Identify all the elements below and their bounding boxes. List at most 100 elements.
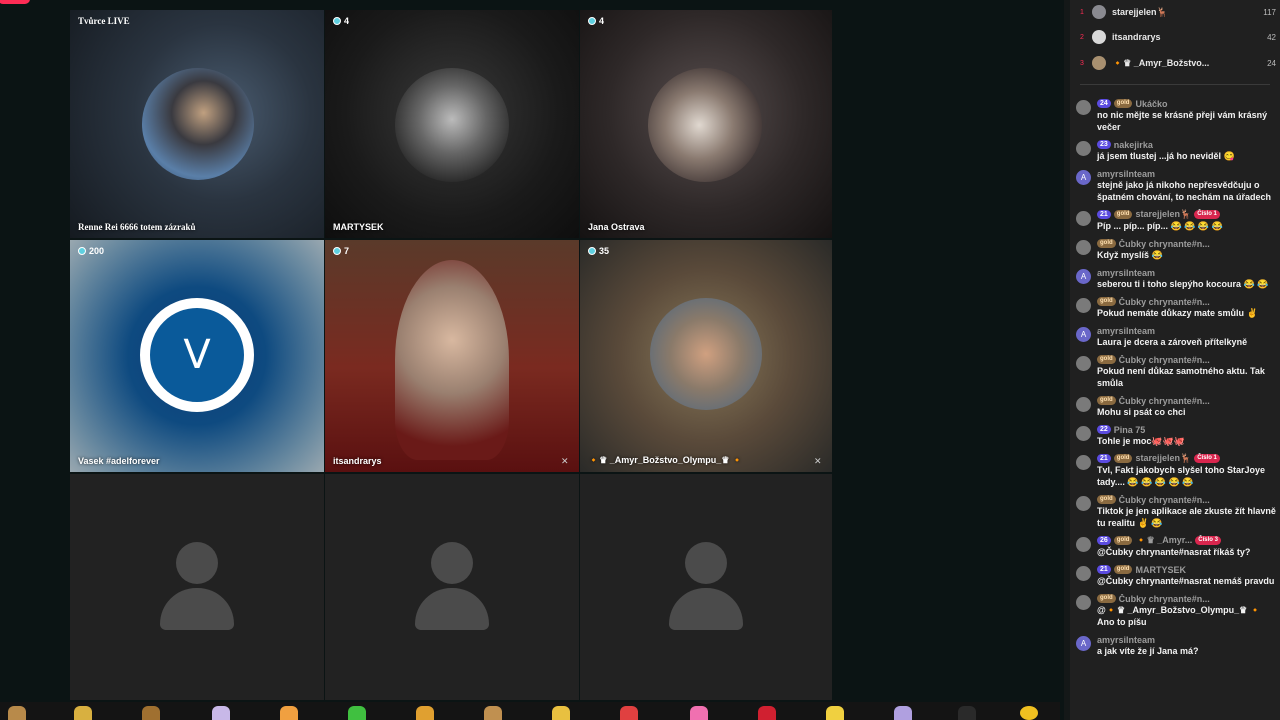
gold-badge: gold <box>1097 594 1116 603</box>
gift-icon[interactable] <box>758 706 776 720</box>
chat-text: Píp ... píp... píp... 😂 😂 😂 😂 <box>1097 221 1223 231</box>
avatar[interactable]: A <box>1076 269 1091 284</box>
gift-icon[interactable] <box>416 706 434 720</box>
viewer-count: 4 <box>333 16 349 26</box>
avatar <box>1092 5 1106 19</box>
chat-text: Pokud není důkaz samotného aktu. Tak smů… <box>1097 366 1265 388</box>
gold-badge: gold <box>1113 454 1133 463</box>
viewer-count: 7 <box>333 246 349 256</box>
gold-badge: gold <box>1113 210 1133 219</box>
chat-message: 24 gold Ukáčko no nic mějte se krásně přeji… <box>1076 98 1276 133</box>
viewer-icon <box>333 247 341 255</box>
chat-username[interactable]: 🔸♛ _Amyr... <box>1135 535 1192 546</box>
gift-icon[interactable] <box>552 706 570 720</box>
level-badge: 26 <box>1097 536 1111 545</box>
chat-message: 21 gold starejjelen🦌 Číslo 1 Píp ... píp... … <box>1076 209 1276 232</box>
tile-name: itsandrarys <box>333 456 382 466</box>
gift-icon[interactable] <box>280 706 298 720</box>
gift-icon[interactable] <box>894 706 912 720</box>
gift-icon[interactable] <box>8 706 26 720</box>
chat-text: a jak víte že jí Jana má? <box>1097 646 1199 656</box>
person-placeholder-icon <box>415 542 489 632</box>
chat-username[interactable]: Ukáčko <box>1135 99 1167 109</box>
avatar[interactable]: A <box>1076 636 1091 651</box>
video-tile-host[interactable]: Tvůrce LIVE Renne Rei 6666 totem zázraků <box>70 10 324 238</box>
video-tile-guest[interactable]: 7 itsandrarys ✕ <box>325 240 579 472</box>
chat-username[interactable]: MARTYSEK <box>1135 565 1186 575</box>
creator-live-label: Tvůrce LIVE <box>78 16 130 26</box>
chat-username[interactable]: amyrsilnteam <box>1097 169 1155 179</box>
chat-username[interactable]: Pina 75 <box>1114 425 1146 435</box>
chat-message: 21 gold starejjelen🦌 Číslo 1 Tvl, Fakt jakob… <box>1076 453 1276 488</box>
viewer-count: 35 <box>588 246 609 256</box>
chat-username[interactable]: Čubky chrynante#n... <box>1119 239 1210 249</box>
level-badge: 21 <box>1097 454 1111 463</box>
avatar[interactable] <box>1076 566 1091 581</box>
avatar[interactable] <box>1076 496 1091 511</box>
chat-text: no nic mějte se krásně přeji vám krásný … <box>1097 110 1268 132</box>
gold-badge: gold <box>1097 297 1116 306</box>
chat-username[interactable]: starejjelen🦌 <box>1135 453 1191 464</box>
empty-seat[interactable] <box>325 474 579 700</box>
chat-message: Aamyrsilnteam stejně jako já nikoho nepře… <box>1076 168 1276 203</box>
gift-icon[interactable] <box>620 706 638 720</box>
video-tile-guest[interactable]: 200 V Vasek #adelforever <box>70 240 324 472</box>
viewer-icon <box>588 17 596 25</box>
avatar[interactable] <box>1076 298 1091 313</box>
chat-username[interactable]: amyrsilnteam <box>1097 326 1155 336</box>
chat-username[interactable]: Čubky chrynante#n... <box>1119 396 1210 406</box>
chat-message: 26 gold 🔸♛ _Amyr... Číslo 3 @Čubky chrynante… <box>1076 535 1276 558</box>
avatar[interactable] <box>1076 141 1091 156</box>
avatar[interactable] <box>1076 100 1091 115</box>
live-stage: Tvůrce LIVE Renne Rei 6666 totem zázraků… <box>0 0 1280 720</box>
chat-message: Aamyrsilnteam a jak víte že jí Jana má? <box>1076 634 1276 657</box>
video-tile-guest[interactable]: 35 🔸♛ _Amyr_Božstvo_Olympu_♛ 🔸 ✕ <box>580 240 832 472</box>
chat-text: Tohle je moc🐙🐙🐙 <box>1097 436 1185 446</box>
chat-username[interactable]: amyrsilnteam <box>1097 268 1155 278</box>
chevron-up-icon[interactable] <box>958 706 976 720</box>
gift-icon[interactable] <box>348 706 366 720</box>
avatar[interactable] <box>1076 455 1091 470</box>
chat-username[interactable]: Čubky chrynante#n... <box>1119 495 1210 505</box>
ranking-row[interactable]: 1 starejjelen🦌 117 <box>1080 3 1276 21</box>
chat-text: Mohu si psát co chci <box>1097 407 1186 417</box>
avatar[interactable] <box>1076 211 1091 226</box>
avatar[interactable] <box>1076 595 1091 610</box>
avatar[interactable] <box>1076 356 1091 371</box>
gift-icon[interactable] <box>826 706 844 720</box>
gift-icon[interactable] <box>484 706 502 720</box>
empty-seat[interactable] <box>70 474 324 700</box>
gift-icon[interactable] <box>690 706 708 720</box>
chat-list[interactable]: 24 gold Ukáčko no nic mějte se krásně přeji… <box>1076 98 1276 663</box>
empty-seat[interactable] <box>580 474 832 700</box>
chat-username[interactable]: nakejirka <box>1114 140 1153 150</box>
gift-icon[interactable] <box>212 706 230 720</box>
avatar[interactable] <box>1076 397 1091 412</box>
gift-icon[interactable] <box>142 706 160 720</box>
guest-avatar: V <box>140 298 254 412</box>
video-tile-guest[interactable]: 4 MARTYSEK <box>325 10 579 238</box>
avatar[interactable] <box>1076 426 1091 441</box>
chat-message: Aamyrsilnteam Laura je dcera a zároveň př… <box>1076 325 1276 348</box>
coin-icon[interactable] <box>1020 706 1038 720</box>
chat-username[interactable]: starejjelen🦌 <box>1135 209 1191 220</box>
chat-username[interactable]: Čubky chrynante#n... <box>1119 297 1210 307</box>
ranking-row[interactable]: 3 🔸♛ _Amyr_Božstvo... 24 <box>1080 54 1276 72</box>
ranking-row[interactable]: 2 itsandrarys 42 <box>1080 28 1276 46</box>
chat-text: @🔸♛ _Amyr_Božstvo_Olympu_♛ 🔸 Ano to píšu <box>1097 605 1261 627</box>
avatar[interactable]: A <box>1076 170 1091 185</box>
video-tile-guest[interactable]: 4 Jana Ostrava <box>580 10 832 238</box>
chat-username[interactable]: Čubky chrynante#n... <box>1119 594 1210 604</box>
tile-name: Renne Rei 6666 totem zázraků <box>78 222 196 232</box>
chat-username[interactable]: Čubky chrynante#n... <box>1119 355 1210 365</box>
avatar[interactable]: A <box>1076 327 1091 342</box>
avatar[interactable] <box>1076 537 1091 552</box>
gift-icon[interactable] <box>74 706 92 720</box>
avatar[interactable] <box>1076 240 1091 255</box>
chat-message: gold Čubky chrynante#n... @🔸♛ _Amyr_Božstv… <box>1076 593 1276 628</box>
guest-video-frame <box>395 260 509 460</box>
gold-badge: gold <box>1113 536 1133 545</box>
viewer-count: 4 <box>588 16 604 26</box>
chat-username[interactable]: amyrsilnteam <box>1097 635 1155 645</box>
chat-text: Když myslíš 😂 <box>1097 250 1163 260</box>
